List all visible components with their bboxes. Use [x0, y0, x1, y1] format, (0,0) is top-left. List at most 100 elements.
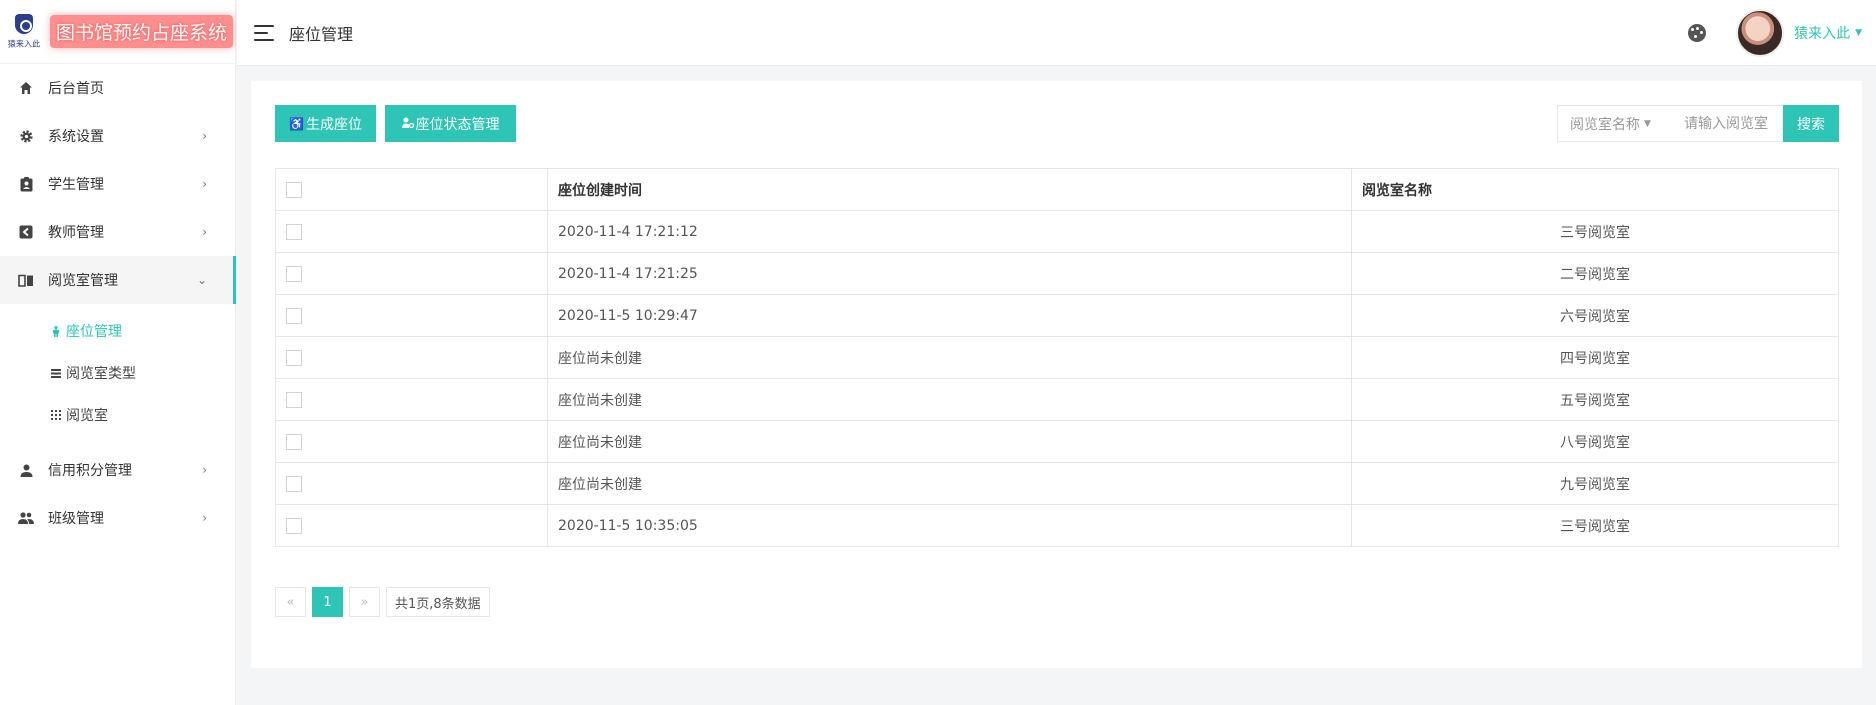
sidebar-item-classes[interactable]: 班级管理 ›	[0, 494, 235, 542]
column-header-created-time: 座位创建时间	[547, 168, 1352, 211]
logo-text: 猿来入此	[7, 39, 41, 49]
sidebar-item-label: 信用积分管理	[48, 463, 132, 479]
row-checkbox-cell	[275, 210, 548, 253]
seat-status-label: 座位状态管理	[415, 115, 500, 132]
sidebar-subitem-seats[interactable]: 座位管理	[0, 310, 235, 352]
header-right: 猿来入此 ▼	[1688, 0, 1862, 66]
sidebar-item-label: 后台首页	[48, 81, 104, 97]
next-page-button[interactable]: »	[349, 587, 380, 617]
group-icon	[18, 510, 34, 526]
search-input[interactable]	[1672, 105, 1784, 142]
select-all-cell	[275, 168, 548, 211]
sidebar-item-reading-rooms[interactable]: 阅览室管理 ⌄	[0, 256, 236, 304]
row-checkbox-cell	[275, 462, 548, 505]
room-name-cell: 八号阅览室	[1351, 420, 1839, 463]
created-time-cell: 座位尚未创建	[547, 462, 1352, 505]
page-title: 座位管理	[289, 24, 354, 44]
table-row[interactable]: 2020-11-5 10:29:47 六号阅览室	[275, 294, 1839, 337]
row-checkbox[interactable]	[286, 517, 302, 534]
row-checkbox-cell	[275, 504, 548, 547]
pagination-info: 共1页,8条数据	[386, 587, 490, 617]
caret-down-icon: ▼	[1855, 28, 1862, 38]
username-dropdown[interactable]: 猿来入此	[1794, 23, 1850, 43]
sidebar-item-label: 班级管理	[48, 511, 104, 527]
select-all-checkbox[interactable]	[286, 181, 302, 198]
student-badge-icon	[18, 176, 34, 192]
table-header-row: 座位创建时间 阅览室名称	[275, 168, 1839, 211]
table-row[interactable]: 2020-11-5 10:35:05 三号阅览室	[275, 504, 1839, 547]
sidebar-item-credit[interactable]: 信用积分管理 ›	[0, 446, 235, 494]
created-time-cell: 2020-11-4 17:21:12	[547, 210, 1352, 253]
table-row[interactable]: 座位尚未创建 八号阅览室	[275, 420, 1839, 463]
chevron-down-icon: ⌄	[196, 273, 207, 287]
sidebar-subitem-rooms[interactable]: 阅览室	[0, 394, 235, 436]
row-checkbox-cell	[275, 378, 548, 421]
sidebar-item-students[interactable]: 学生管理 ›	[0, 160, 235, 208]
chevron-right-icon: ›	[202, 177, 207, 191]
teacher-icon	[18, 224, 34, 240]
person-standing-icon	[50, 325, 62, 337]
row-checkbox[interactable]	[286, 223, 302, 240]
pagination: « 1 » 共1页,8条数据	[275, 587, 496, 617]
created-time-cell: 座位尚未创建	[547, 336, 1352, 379]
room-name-cell: 三号阅览室	[1351, 504, 1839, 547]
content-card: ♿ 生成座位 座位状态管理 阅览室名称 ▼ 搜索 座位创建时间 阅览室名称 20…	[251, 81, 1862, 668]
user-cog-icon	[401, 117, 414, 131]
row-checkbox[interactable]	[286, 391, 302, 408]
room-name-select[interactable]: 阅览室名称 ▼	[1557, 105, 1673, 142]
accessible-icon: ♿	[289, 116, 304, 131]
top-header: 座位管理 猿来入此 ▼	[237, 0, 1876, 66]
theme-palette-icon[interactable]	[1688, 24, 1707, 42]
logo: 猿来入此	[6, 8, 42, 56]
sidebar-subitem-room-types[interactable]: 阅览室类型	[0, 352, 235, 394]
sidebar-item-teachers[interactable]: 教师管理 ›	[0, 208, 235, 256]
table-row[interactable]: 座位尚未创建 五号阅览室	[275, 378, 1839, 421]
room-name-cell: 二号阅览室	[1351, 252, 1839, 295]
shield-logo-icon	[15, 13, 33, 34]
prev-page-button[interactable]: «	[275, 587, 306, 617]
row-checkbox-cell	[275, 420, 548, 463]
seats-table: 座位创建时间 阅览室名称 2020-11-4 17:21:12 三号阅览室 20…	[275, 168, 1839, 547]
sidebar-item-label: 学生管理	[48, 177, 104, 193]
book-icon	[18, 272, 34, 288]
chevron-right-icon: ›	[202, 463, 207, 477]
reading-room-submenu: 座位管理 阅览室类型 阅览室	[0, 304, 235, 446]
chevron-right-icon: ›	[202, 511, 207, 525]
search-button[interactable]: 搜索	[1783, 105, 1839, 142]
brand: 猿来入此 图书馆预约占座系统	[0, 0, 235, 64]
home-icon	[18, 80, 34, 96]
sidebar-item-home[interactable]: 后台首页	[0, 64, 235, 112]
row-checkbox[interactable]	[286, 475, 302, 492]
row-checkbox[interactable]	[286, 349, 302, 366]
menu-toggle-icon[interactable]	[254, 24, 274, 41]
seat-status-button[interactable]: 座位状态管理	[385, 105, 516, 142]
generate-seats-label: 生成座位	[305, 115, 362, 132]
table-row[interactable]: 座位尚未创建 九号阅览室	[275, 462, 1839, 505]
row-checkbox[interactable]	[286, 307, 302, 324]
page-1-button[interactable]: 1	[312, 587, 343, 617]
sidebar-item-settings[interactable]: 系统设置 ›	[0, 112, 235, 160]
sidebar-item-label: 系统设置	[48, 129, 104, 145]
sidebar-subitem-label: 座位管理	[66, 324, 122, 340]
generate-seats-button[interactable]: ♿ 生成座位	[275, 105, 376, 142]
created-time-cell: 2020-11-5 10:29:47	[547, 294, 1352, 337]
row-checkbox-cell	[275, 336, 548, 379]
person-icon	[18, 462, 34, 478]
row-checkbox[interactable]	[286, 265, 302, 282]
avatar[interactable]	[1736, 9, 1785, 57]
table-row[interactable]: 2020-11-4 17:21:12 三号阅览室	[275, 210, 1839, 253]
table-row[interactable]: 座位尚未创建 四号阅览室	[275, 336, 1839, 379]
room-name-cell: 三号阅览室	[1351, 210, 1839, 253]
sidebar: 猿来入此 图书馆预约占座系统 后台首页 系统设置 › 学生管理 › 教师管理 ›…	[0, 0, 236, 705]
room-name-cell: 九号阅览室	[1351, 462, 1839, 505]
sidebar-menu: 后台首页 系统设置 › 学生管理 › 教师管理 › 阅览室管理 ⌄ 座位管理 阅…	[0, 64, 236, 542]
app-title: 图书馆预约占座系统	[50, 15, 234, 48]
row-checkbox[interactable]	[286, 433, 302, 450]
created-time-cell: 座位尚未创建	[547, 378, 1352, 421]
created-time-cell: 座位尚未创建	[547, 420, 1352, 463]
sidebar-subitem-label: 阅览室类型	[66, 366, 136, 382]
column-header-room-name: 阅览室名称	[1351, 168, 1839, 211]
table-row[interactable]: 2020-11-4 17:21:25 二号阅览室	[275, 252, 1839, 295]
sidebar-item-label: 阅览室管理	[48, 273, 118, 289]
row-checkbox-cell	[275, 294, 548, 337]
